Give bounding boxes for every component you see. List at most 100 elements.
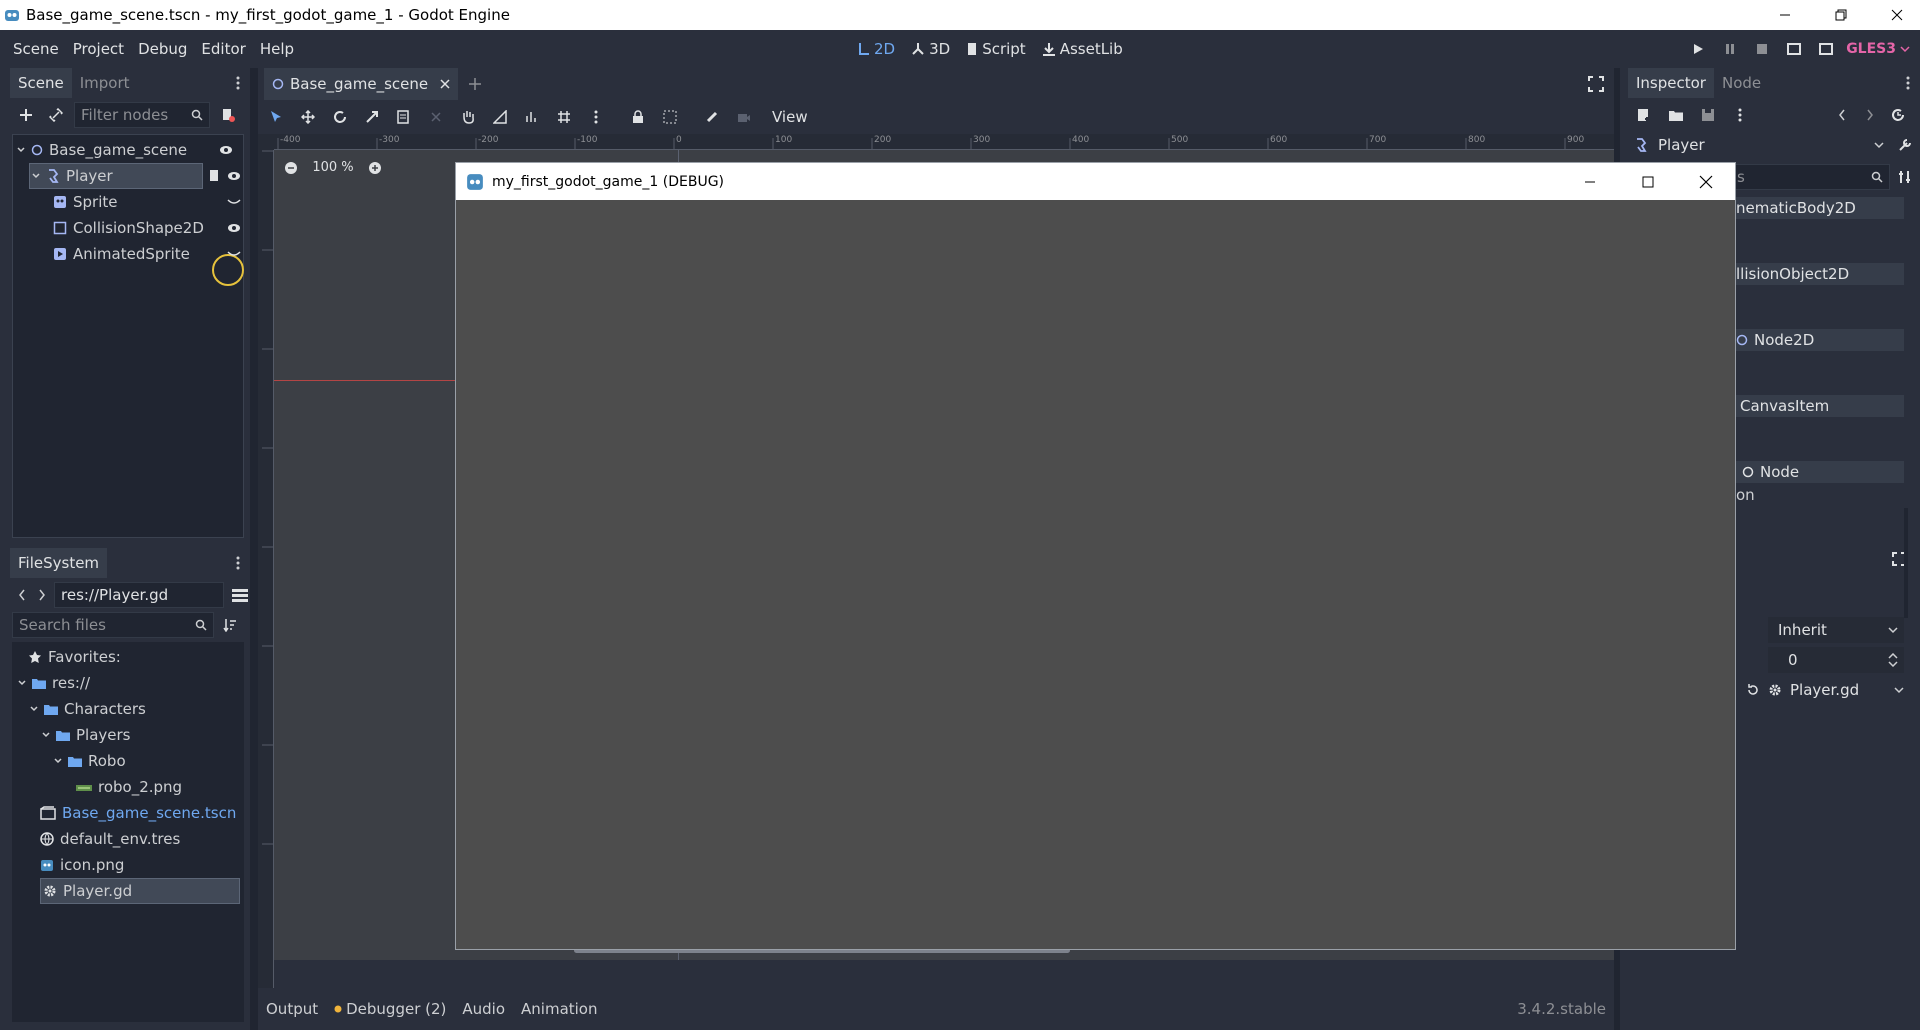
tab-animation[interactable]: Animation [513, 1000, 605, 1018]
fs-item-player-gd[interactable]: Player.gd [40, 878, 240, 904]
lock-icon[interactable] [626, 104, 650, 130]
category-node[interactable]: Node [1734, 461, 1904, 483]
sort-icon[interactable] [218, 612, 242, 638]
dock-menu-icon[interactable] [1906, 76, 1910, 90]
ruler-tool-icon[interactable] [488, 104, 512, 130]
game-canvas[interactable] [456, 200, 1735, 949]
group-icon[interactable] [658, 104, 682, 130]
renderer-selector[interactable]: GLES3 [1846, 41, 1896, 57]
visibility-hidden-icon[interactable] [227, 248, 241, 260]
process-priority-spinbox[interactable]: 0 [1768, 647, 1904, 673]
add-node-icon[interactable] [14, 102, 38, 128]
script-indicator-icon[interactable] [207, 169, 221, 183]
object-selector[interactable]: Player [1634, 132, 1884, 158]
category-kinematicbody2d[interactable]: nematicBody2D [1734, 197, 1904, 219]
bone-tool-icon[interactable] [700, 104, 724, 130]
split-mode-icon[interactable] [228, 582, 252, 608]
path-field[interactable]: res://Player.gd [54, 582, 224, 608]
workspace-3d[interactable]: 3D [903, 40, 958, 58]
link-icon[interactable] [44, 102, 68, 128]
scene-tab[interactable]: Base_game_scene [264, 68, 459, 100]
fs-item-res[interactable]: res:// [18, 670, 90, 696]
pan-tool-icon[interactable] [456, 104, 480, 130]
search-files-input[interactable]: Search files [12, 612, 214, 638]
save-icon[interactable] [1696, 102, 1720, 128]
history-forward-icon[interactable] [1858, 102, 1882, 128]
script-attach-icon[interactable] [216, 102, 240, 128]
tree-item-player[interactable]: Player [29, 163, 203, 189]
tab-inspector[interactable]: Inspector [1628, 68, 1714, 98]
visibility-eye-icon[interactable] [227, 170, 241, 182]
tab-scene[interactable]: Scene [10, 68, 72, 98]
more-options-icon[interactable] [1728, 102, 1752, 128]
pause-mode-select[interactable]: Inherit [1768, 617, 1904, 643]
open-folder-icon[interactable] [1664, 102, 1688, 128]
debug-window-titlebar[interactable]: my_first_godot_game_1 (DEBUG) [456, 163, 1735, 200]
close-tab-icon[interactable] [440, 79, 450, 89]
menu-debug[interactable]: Debug [131, 40, 194, 58]
stop-icon[interactable] [1746, 43, 1778, 55]
forward-arrow-icon[interactable] [34, 582, 50, 608]
play-scene-icon[interactable] [1778, 43, 1810, 55]
close-button[interactable] [1874, 0, 1920, 30]
grid-snap-icon[interactable] [552, 104, 576, 130]
zoom-level[interactable]: 100 % [308, 160, 358, 175]
workspace-assetlib[interactable]: AssetLib [1034, 40, 1131, 58]
inspector-scrollbar[interactable] [1904, 508, 1908, 618]
tree-item-sprite[interactable]: Sprite [53, 189, 237, 215]
history-icon[interactable] [1886, 102, 1910, 128]
select-tool-icon[interactable] [264, 104, 288, 130]
scale-tool-icon[interactable] [360, 104, 384, 130]
maximize-button[interactable] [1619, 163, 1677, 200]
category-node2d[interactable]: Node2D [1734, 329, 1904, 351]
category-canvasitem[interactable]: CanvasItem [1734, 395, 1904, 417]
menu-scene[interactable]: Scene [6, 40, 66, 58]
tab-filesystem[interactable]: FileSystem [10, 548, 108, 578]
menu-help[interactable]: Help [253, 40, 301, 58]
fs-item-base-game-scene[interactable]: Base_game_scene.tscn [40, 800, 236, 826]
pivot-tool-icon[interactable] [424, 104, 448, 130]
fs-item-icon-png[interactable]: icon.png [40, 852, 124, 878]
tab-import[interactable]: Import [72, 68, 138, 98]
visibility-eye-icon[interactable] [219, 144, 233, 156]
new-resource-icon[interactable] [1632, 102, 1656, 128]
tree-item-animatedsprite[interactable]: AnimatedSprite [53, 241, 237, 267]
property-tools-icon[interactable] [1898, 170, 1912, 184]
workspace-2d[interactable]: 2D [850, 40, 903, 58]
fs-item-players[interactable]: Players [42, 722, 131, 748]
history-back-icon[interactable] [1830, 102, 1854, 128]
fs-item-robo[interactable]: Robo [54, 748, 126, 774]
inspector-filter-input[interactable]: s [1730, 164, 1890, 190]
view-menu[interactable]: View [772, 108, 808, 126]
zoom-in-icon[interactable] [368, 161, 382, 175]
zoom-out-icon[interactable] [284, 161, 298, 175]
minimize-button[interactable] [1762, 0, 1808, 30]
fs-item-robo-2-png[interactable]: robo_2.png [76, 774, 182, 800]
visibility-eye-icon[interactable] [227, 222, 241, 234]
tab-debugger[interactable]: Debugger (2) [326, 1000, 454, 1018]
minimize-button[interactable] [1561, 163, 1619, 200]
menu-project[interactable]: Project [66, 40, 131, 58]
move-tool-icon[interactable] [296, 104, 320, 130]
restore-button[interactable] [1818, 0, 1864, 30]
debug-game-window[interactable]: my_first_godot_game_1 (DEBUG) [455, 162, 1736, 950]
dock-menu-icon[interactable] [236, 76, 240, 90]
script-property[interactable]: Player.gd [1746, 677, 1904, 703]
play-custom-scene-icon[interactable] [1810, 43, 1842, 55]
tab-output[interactable]: Output [258, 1000, 326, 1018]
pause-icon[interactable] [1714, 43, 1746, 55]
revert-icon[interactable] [1746, 683, 1760, 697]
fs-item-characters[interactable]: Characters [30, 696, 146, 722]
dock-menu-icon[interactable] [236, 556, 240, 570]
updown-arrows-icon[interactable] [1888, 653, 1898, 667]
tab-node[interactable]: Node [1714, 68, 1769, 98]
rotate-tool-icon[interactable] [328, 104, 352, 130]
menu-editor[interactable]: Editor [194, 40, 252, 58]
add-tab-icon[interactable] [468, 77, 482, 91]
fs-item-default-env[interactable]: default_env.tres [40, 826, 180, 852]
fs-item-favorites[interactable]: Favorites: [28, 644, 121, 670]
back-arrow-icon[interactable] [14, 582, 30, 608]
tree-item-collisionshape2d[interactable]: CollisionShape2D [53, 215, 237, 241]
workspace-script[interactable]: Script [958, 40, 1034, 58]
category-collisionobject2d[interactable]: llisionObject2D [1734, 263, 1904, 285]
